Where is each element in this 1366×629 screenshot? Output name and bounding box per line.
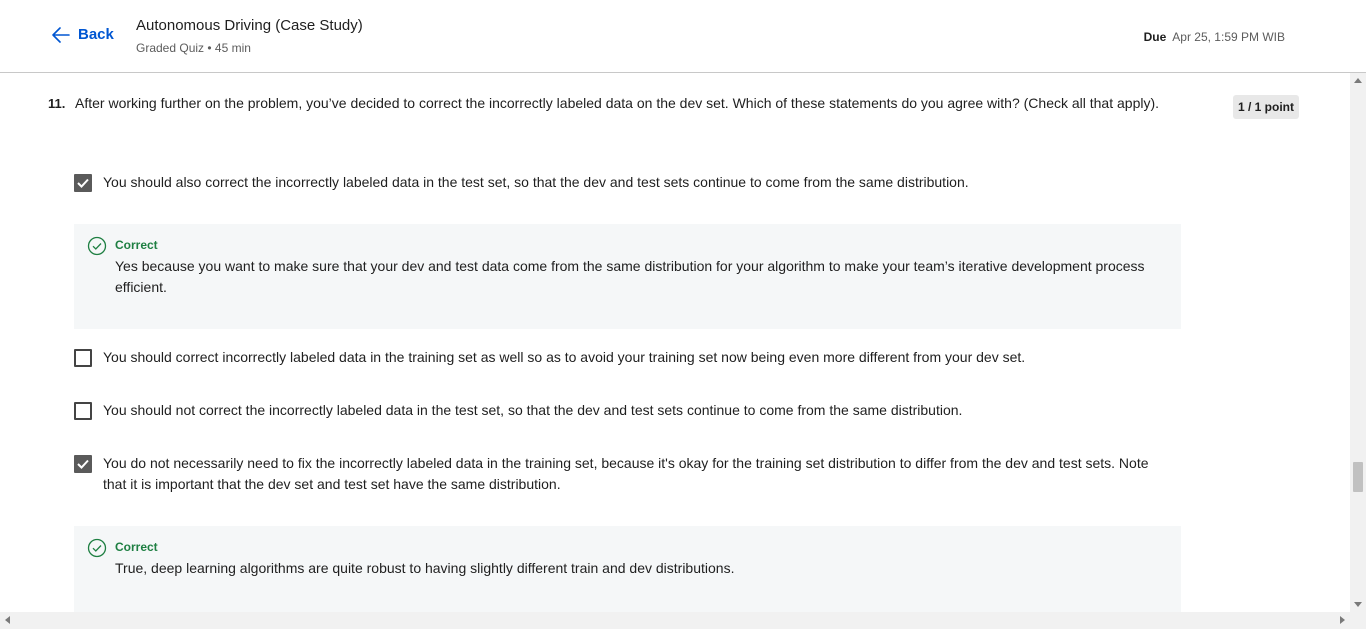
back-label: Back bbox=[78, 26, 114, 43]
scroll-down-icon[interactable] bbox=[1354, 602, 1362, 607]
question-text: After working further on the problem, yo… bbox=[75, 95, 1160, 111]
scrollbar-thumb[interactable] bbox=[1353, 462, 1363, 492]
feedback-text: Yes because you want to make sure that y… bbox=[115, 258, 1145, 295]
arrow-left-icon bbox=[52, 26, 70, 43]
feedback-label: Correct bbox=[115, 238, 158, 252]
check-circle-icon bbox=[87, 538, 107, 558]
scroll-left-icon[interactable] bbox=[5, 616, 10, 624]
checkbox-icon[interactable] bbox=[74, 402, 92, 420]
scroll-up-icon[interactable] bbox=[1354, 78, 1362, 83]
back-button[interactable]: Back bbox=[52, 26, 114, 43]
checkbox-checked-icon[interactable] bbox=[74, 174, 92, 192]
checkbox-checked-icon[interactable] bbox=[74, 455, 92, 473]
points-badge: 1 / 1 point bbox=[1233, 95, 1300, 119]
due-date: Due Apr 25, 1:59 PM WIB bbox=[1144, 30, 1285, 44]
checkbox-icon[interactable] bbox=[74, 349, 92, 367]
vertical-scrollbar[interactable] bbox=[1350, 73, 1366, 612]
feedback-label: Correct bbox=[115, 540, 158, 554]
answer-option[interactable]: You do not necessarily need to fix the i… bbox=[74, 453, 1163, 495]
feedback-box: Correct True, deep learning algorithms a… bbox=[74, 526, 1181, 612]
quiz-subtitle: Graded Quiz • 45 min bbox=[136, 41, 251, 55]
option-label: You should not correct the incorrectly l… bbox=[103, 402, 963, 418]
feedback-text: True, deep learning algorithms are quite… bbox=[115, 560, 735, 576]
quiz-header: Back Autonomous Driving (Case Study) Gra… bbox=[0, 0, 1366, 73]
due-value: Apr 25, 1:59 PM WIB bbox=[1172, 30, 1285, 44]
answer-option[interactable]: You should correct incorrectly labeled d… bbox=[74, 347, 1163, 368]
scroll-right-icon[interactable] bbox=[1340, 616, 1345, 624]
answer-option[interactable]: You should also correct the incorrectly … bbox=[74, 172, 1163, 193]
question-number: 11. bbox=[48, 96, 66, 111]
answer-option[interactable]: You should not correct the incorrectly l… bbox=[74, 400, 1163, 421]
due-label: Due bbox=[1143, 30, 1167, 44]
option-label: You should correct incorrectly labeled d… bbox=[103, 349, 1026, 365]
quiz-title-block: Autonomous Driving (Case Study) Graded Q… bbox=[136, 17, 363, 55]
feedback-box: Correct Yes because you want to make sur… bbox=[74, 224, 1181, 329]
option-label: You do not necessarily need to fix the i… bbox=[103, 455, 1149, 492]
horizontal-scrollbar[interactable] bbox=[0, 612, 1366, 629]
quiz-content: 11. After working further on the problem… bbox=[0, 73, 1350, 612]
quiz-title: Autonomous Driving (Case Study) bbox=[136, 17, 363, 34]
option-label: You should also correct the incorrectly … bbox=[103, 174, 969, 190]
check-circle-icon bbox=[87, 236, 107, 256]
